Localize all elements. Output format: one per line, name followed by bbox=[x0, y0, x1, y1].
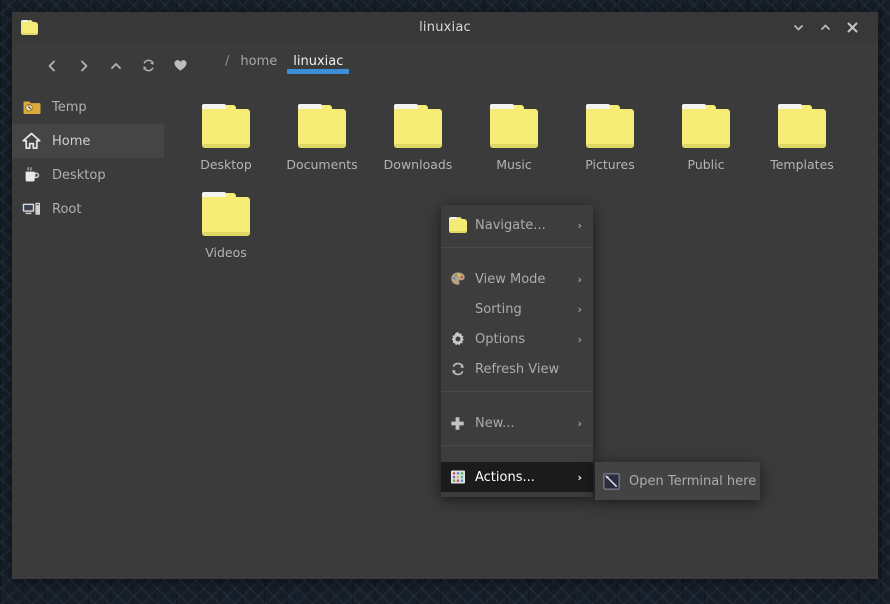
sidebar-item-label: Root bbox=[52, 201, 82, 217]
desktop-background: linuxiac / home linuxiac Temp Home Deskt… bbox=[0, 0, 890, 604]
folder-icon bbox=[449, 217, 467, 234]
file-item[interactable]: Desktop bbox=[178, 100, 274, 188]
menu-item-refresh-view[interactable]: Refresh View bbox=[441, 354, 593, 384]
actions-submenu: Open Terminal here bbox=[595, 462, 760, 500]
breadcrumb: / home linuxiac bbox=[222, 43, 351, 88]
file-label: Videos bbox=[205, 245, 247, 260]
menu-spacer bbox=[441, 255, 593, 264]
sidebar-item-label: Temp bbox=[52, 99, 87, 115]
back-button[interactable] bbox=[36, 51, 68, 81]
menu-item-open-terminal-here[interactable]: Open Terminal here bbox=[595, 466, 760, 496]
menu-separator bbox=[441, 445, 593, 446]
reload-button[interactable] bbox=[132, 51, 164, 81]
apps-grid-icon bbox=[449, 469, 466, 486]
file-item[interactable]: Documents bbox=[274, 100, 370, 188]
terminal-icon bbox=[603, 472, 620, 490]
file-label: Public bbox=[687, 157, 725, 172]
refresh-icon bbox=[449, 361, 466, 378]
menu-item-label: Open Terminal here bbox=[629, 473, 757, 489]
breadcrumb-item-linuxiac[interactable]: linuxiac bbox=[285, 54, 351, 86]
coffee-mug-icon bbox=[22, 166, 41, 185]
sidebar-item-label: Desktop bbox=[52, 167, 106, 183]
chevron-right-icon: › bbox=[577, 332, 582, 346]
menu-item-label: Options bbox=[475, 331, 526, 347]
chevron-right-icon: › bbox=[577, 272, 582, 286]
computer-icon bbox=[22, 200, 41, 219]
sidebar-item-desktop[interactable]: Desktop bbox=[12, 158, 164, 192]
file-item[interactable]: Music bbox=[466, 100, 562, 188]
chevron-right-icon: › bbox=[577, 218, 582, 232]
chevron-right-icon: › bbox=[577, 302, 582, 316]
folder-icon bbox=[586, 104, 634, 148]
up-button[interactable] bbox=[100, 51, 132, 81]
sidebar-item-label: Home bbox=[52, 133, 91, 149]
file-label: Templates bbox=[770, 157, 834, 172]
file-item[interactable]: Public bbox=[658, 100, 754, 188]
palette-icon bbox=[449, 271, 466, 288]
folder-icon bbox=[202, 104, 250, 148]
breadcrumb-item-root[interactable]: / bbox=[222, 54, 232, 86]
places-sidebar: Temp Home Desktop Root bbox=[12, 88, 164, 579]
menu-item-label: Refresh View bbox=[475, 361, 560, 377]
file-label: Music bbox=[496, 157, 532, 172]
window-titlebar: linuxiac bbox=[12, 12, 878, 43]
menu-item-sorting[interactable]: Sorting › bbox=[441, 294, 593, 324]
menu-item-label: Navigate... bbox=[475, 217, 546, 233]
file-label: Desktop bbox=[200, 157, 252, 172]
sidebar-item-temp[interactable]: Temp bbox=[12, 90, 164, 124]
menu-spacer bbox=[441, 453, 593, 462]
sidebar-item-root[interactable]: Root bbox=[12, 192, 164, 226]
menu-separator bbox=[441, 391, 593, 392]
folder-icon bbox=[202, 192, 250, 236]
toolbar-buttons bbox=[12, 51, 196, 81]
menu-item-view-mode[interactable]: View Mode › bbox=[441, 264, 593, 294]
navigation-toolbar: / home linuxiac bbox=[12, 43, 878, 88]
bookmark-button[interactable] bbox=[164, 51, 196, 81]
file-item[interactable]: Downloads bbox=[370, 100, 466, 188]
menu-separator bbox=[441, 247, 593, 248]
chevron-right-icon: › bbox=[577, 470, 582, 484]
file-label: Documents bbox=[286, 157, 358, 172]
file-item[interactable]: Templates bbox=[754, 100, 850, 188]
gear-icon bbox=[449, 331, 466, 348]
folder-icon bbox=[490, 104, 538, 148]
no-icon bbox=[449, 301, 466, 318]
menu-item-label: New... bbox=[475, 415, 515, 431]
menu-item-navigate[interactable]: Navigate... › bbox=[441, 210, 593, 240]
file-item[interactable]: Videos bbox=[178, 188, 274, 276]
menu-item-label: View Mode bbox=[475, 271, 546, 287]
folder-icon bbox=[778, 104, 826, 148]
menu-item-actions[interactable]: Actions... › bbox=[441, 462, 593, 492]
file-label: Pictures bbox=[585, 157, 635, 172]
menu-item-label: Actions... bbox=[475, 469, 535, 485]
window-title: linuxiac bbox=[419, 20, 471, 35]
folder-icon bbox=[298, 104, 346, 148]
context-menu: Navigate... › View Mode › Sorting › Opti… bbox=[441, 205, 593, 497]
file-label: Downloads bbox=[383, 157, 453, 172]
file-item[interactable]: Pictures bbox=[562, 100, 658, 188]
forward-button[interactable] bbox=[68, 51, 100, 81]
chevron-right-icon: › bbox=[577, 416, 582, 430]
home-icon bbox=[22, 132, 41, 151]
plus-icon bbox=[449, 415, 466, 432]
folder-icon bbox=[682, 104, 730, 148]
menu-spacer bbox=[441, 399, 593, 408]
sidebar-item-home[interactable]: Home bbox=[12, 124, 164, 158]
recent-folder-icon bbox=[22, 98, 41, 117]
menu-item-options[interactable]: Options › bbox=[441, 324, 593, 354]
folder-icon bbox=[394, 104, 442, 148]
menu-item-label: Sorting bbox=[475, 301, 522, 317]
breadcrumb-item-home[interactable]: home bbox=[232, 54, 285, 86]
menu-item-new[interactable]: New... › bbox=[441, 408, 593, 438]
